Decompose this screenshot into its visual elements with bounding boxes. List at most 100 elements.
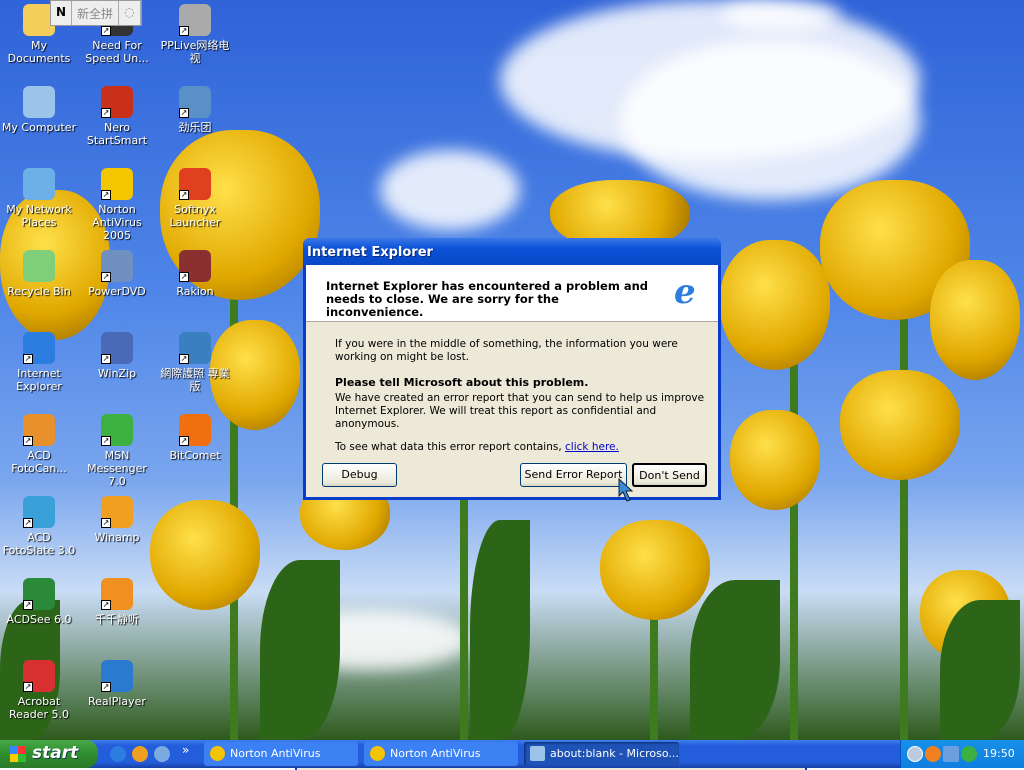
app-icon [23, 86, 55, 118]
desktop-icon-label: Need For Speed Un... [85, 39, 149, 65]
desktop-icon-label: WinZip [97, 367, 137, 380]
click-here-link[interactable]: click here. [565, 441, 619, 453]
desktop-icon-label: Acrobat Reader 5.0 [9, 695, 69, 721]
app-icon: ↗ [179, 4, 211, 36]
desktop-icon-label: ACD FotoCan... [11, 449, 67, 475]
desktop-icon-label: Norton AntiVirus 2005 [92, 203, 142, 242]
desktop-icon[interactable]: ↗ PowerDVD [78, 250, 156, 298]
dont-send-button[interactable]: Don't Send [632, 463, 707, 487]
shortcut-arrow-icon: ↗ [179, 436, 189, 446]
shortcut-arrow-icon: ↗ [179, 354, 189, 364]
shortcut-arrow-icon: ↗ [23, 436, 33, 446]
desktop-icon[interactable]: ↗ ACD FotoSlate 3.0 [0, 496, 78, 557]
desktop-icon[interactable]: ↗ 劲乐团 [156, 86, 234, 134]
app-icon: ↗ [101, 86, 133, 118]
desktop-icon[interactable]: My Network Places [0, 168, 78, 229]
desktop-icon[interactable]: Recycle Bin [0, 250, 78, 298]
dialog-title: Internet Explorer [303, 238, 721, 265]
start-label: start [32, 743, 79, 763]
desktop-icon[interactable]: ↗ 千千静听 [78, 578, 156, 626]
shortcut-arrow-icon: ↗ [23, 600, 33, 610]
quicklaunch-overflow[interactable]: » [182, 743, 189, 757]
task-label: Norton AntiVirus [390, 747, 481, 760]
desktop-icon[interactable]: ↗ RealPlayer [78, 660, 156, 708]
quicklaunch-media-icon[interactable] [132, 746, 148, 762]
task-about-blank[interactable]: about:blank - Microso... [524, 742, 679, 766]
shortcut-arrow-icon: ↗ [179, 190, 189, 200]
desktop-icon[interactable]: ↗ ACD FotoCan... [0, 414, 78, 475]
desktop-icon[interactable]: ↗ Norton AntiVirus 2005 [78, 168, 156, 242]
shortcut-arrow-icon: ↗ [101, 26, 111, 36]
desktop-icon-label: 劲乐团 [178, 121, 212, 134]
app-icon: ↗ [101, 578, 133, 610]
app-icon: ↗ [23, 414, 55, 446]
desktop-icon-label: Recycle Bin [7, 285, 71, 298]
quicklaunch-ie-icon[interactable] [110, 746, 126, 762]
desktop-icon-label: Rakion [176, 285, 214, 298]
tell-body: We have created an error report that you… [335, 392, 705, 430]
desktop-icon-label: RealPlayer [88, 695, 146, 708]
task-label: Norton AntiVirus [230, 747, 321, 760]
app-icon: ↗ [179, 86, 211, 118]
app-icon [23, 168, 55, 200]
desktop-icon-label: My Computer [1, 121, 77, 134]
debug-button[interactable]: Debug [322, 463, 397, 487]
ime-logo-icon[interactable]: N [51, 1, 73, 25]
desktop-icon[interactable]: ↗ Rakion [156, 250, 234, 298]
see-data-text: To see what data this error report conta… [335, 441, 562, 453]
quicklaunch-outlook-icon[interactable] [154, 746, 170, 762]
ime-softkeyboard-icon[interactable]: ◌ [119, 1, 141, 25]
desktop-icon[interactable]: ↗ Softnyx Launcher [156, 168, 234, 229]
see-data-line: To see what data this error report conta… [335, 441, 705, 454]
task-norton-1[interactable]: Norton AntiVirus [204, 742, 358, 766]
app-icon: ↗ [179, 332, 211, 364]
desktop-icon-label: BitComet [169, 449, 221, 462]
desktop-icon[interactable]: ↗ Nero StartSmart [78, 86, 156, 147]
desktop-icon-label: My Documents [7, 39, 71, 65]
app-icon: ↗ [101, 250, 133, 282]
windows-flag-icon [10, 746, 26, 762]
desktop-icon-label: 千千静听 [95, 613, 139, 626]
tray-network-icon[interactable] [943, 746, 959, 762]
mouse-cursor-icon [618, 478, 634, 502]
internet-explorer-icon: e [674, 272, 696, 312]
shortcut-arrow-icon: ↗ [101, 272, 111, 282]
desktop-icon[interactable]: ↗ Acrobat Reader 5.0 [0, 660, 78, 721]
norton-icon [370, 746, 385, 761]
app-icon: ↗ [23, 332, 55, 364]
ime-toolbar[interactable]: N 新全拼 ◌ [50, 0, 142, 26]
desktop-icon[interactable]: ↗ MSN Messenger 7.0 [78, 414, 156, 488]
clock[interactable]: 19:50 [983, 747, 1015, 760]
desktop-icon[interactable]: ↗ Internet Explorer [0, 332, 78, 393]
desktop-icon[interactable]: ↗ ACDSee 6.0 [0, 578, 78, 626]
system-tray: 19:50 [900, 740, 1024, 768]
shortcut-arrow-icon: ↗ [101, 190, 111, 200]
send-error-report-button[interactable]: Send Error Report [520, 463, 627, 487]
desktop-icon[interactable]: My Computer [0, 86, 78, 134]
app-icon: ↗ [23, 578, 55, 610]
desktop-icon[interactable]: ↗ WinZip [78, 332, 156, 380]
shortcut-arrow-icon: ↗ [23, 518, 33, 528]
shortcut-arrow-icon: ↗ [101, 600, 111, 610]
desktop-icon[interactable]: ↗ 網際護照 專業版 [156, 332, 234, 393]
shortcut-arrow-icon: ↗ [179, 272, 189, 282]
app-icon: ↗ [23, 496, 55, 528]
tray-expand-icon[interactable] [907, 746, 923, 762]
tell-heading: Please tell Microsoft about this problem… [335, 376, 589, 389]
desktop-icon[interactable]: ↗ PPLive网络电视 [156, 4, 234, 65]
desktop-icon-label: MSN Messenger 7.0 [87, 449, 147, 488]
shortcut-arrow-icon: ↗ [179, 108, 189, 118]
ime-mode[interactable]: 新全拼 [72, 1, 120, 25]
app-icon: ↗ [101, 332, 133, 364]
shortcut-arrow-icon: ↗ [101, 682, 111, 692]
ie-page-icon [530, 746, 545, 761]
start-button[interactable]: start [0, 740, 98, 768]
desktop-icon-label: ACDSee 6.0 [6, 613, 72, 626]
task-label: about:blank - Microso... [550, 747, 679, 760]
desktop-icon[interactable]: ↗ BitComet [156, 414, 234, 462]
info-text: If you were in the middle of something, … [335, 338, 678, 363]
task-norton-2[interactable]: Norton AntiVirus [364, 742, 518, 766]
tray-app-icon[interactable] [925, 746, 941, 762]
desktop-icon[interactable]: ↗ Winamp [78, 496, 156, 544]
tray-msn-icon[interactable] [961, 746, 977, 762]
